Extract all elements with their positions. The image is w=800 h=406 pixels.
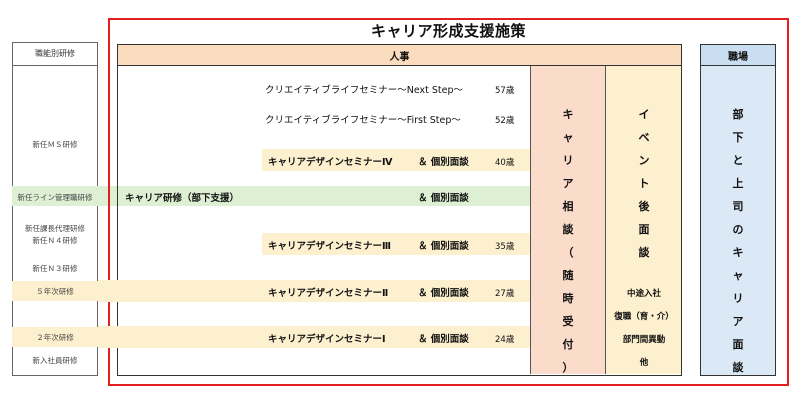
interview-design2: ＆ 個別面談 [418,288,469,299]
seminar-design3: キャリアデザインセミナーⅢ [268,241,391,252]
workplace-text: 部下と上司のキャリア面談 [732,108,744,374]
event-item: 復職（育・介） [614,312,674,322]
seminar-design2: キャリアデザインセミナーⅡ [268,288,389,299]
age-first-step: 52歳 [495,116,515,126]
page-title: キャリア形成支援施策 [370,22,526,40]
seminar-next-step: クリエイティブライフセミナー～Next Step～ [265,85,464,96]
training-item: ２年次研修 [36,333,74,342]
interview-design3: ＆ 個別面談 [418,241,469,252]
hr-header: 人事 [117,44,682,66]
training-panel [12,42,98,376]
training-item: 新任ＭＳ研修 [32,140,78,149]
event-item: 部門間異動 [622,335,666,345]
age-design4: 40歳 [495,158,515,168]
career-consultation-text: キャリア相談（随時受付） [562,108,574,374]
age-next-step: 57歳 [495,86,515,96]
training-item: 新入社員研修 [32,356,78,365]
age-design1: 24歳 [495,335,515,345]
seminar-design4: キャリアデザインセミナーⅣ [268,157,393,168]
age-design2: 27歳 [495,289,515,299]
workplace-header: 職場 [700,44,776,66]
interview-design4: ＆ 個別面談 [418,157,469,168]
age-design3: 35歳 [495,242,515,252]
event-item: 他 [639,358,649,368]
training-item: ５年次研修 [36,287,74,296]
seminar-support: キャリア研修（部下支援） [125,193,240,204]
training-item: 新任Ｎ３研修 [32,264,78,273]
training-item: 新任Ｎ４研修 [32,236,78,245]
training-item: 新任課長代理研修 [25,224,85,233]
training-item: 新任ライン管理職研修 [17,193,93,202]
seminar-first-step: クリエイティブライフセミナー～First Step～ [265,115,461,126]
event-item: 中途入社 [626,289,661,299]
training-panel-header: 職能別研修 [12,42,98,66]
seminar-design1: キャリアデザインセミナーⅠ [268,334,386,345]
interview-support: ＆ 個別面談 [418,193,469,204]
interview-design1: ＆ 個別面談 [418,334,469,345]
event-interview-title: イベント後面談 [638,108,650,259]
